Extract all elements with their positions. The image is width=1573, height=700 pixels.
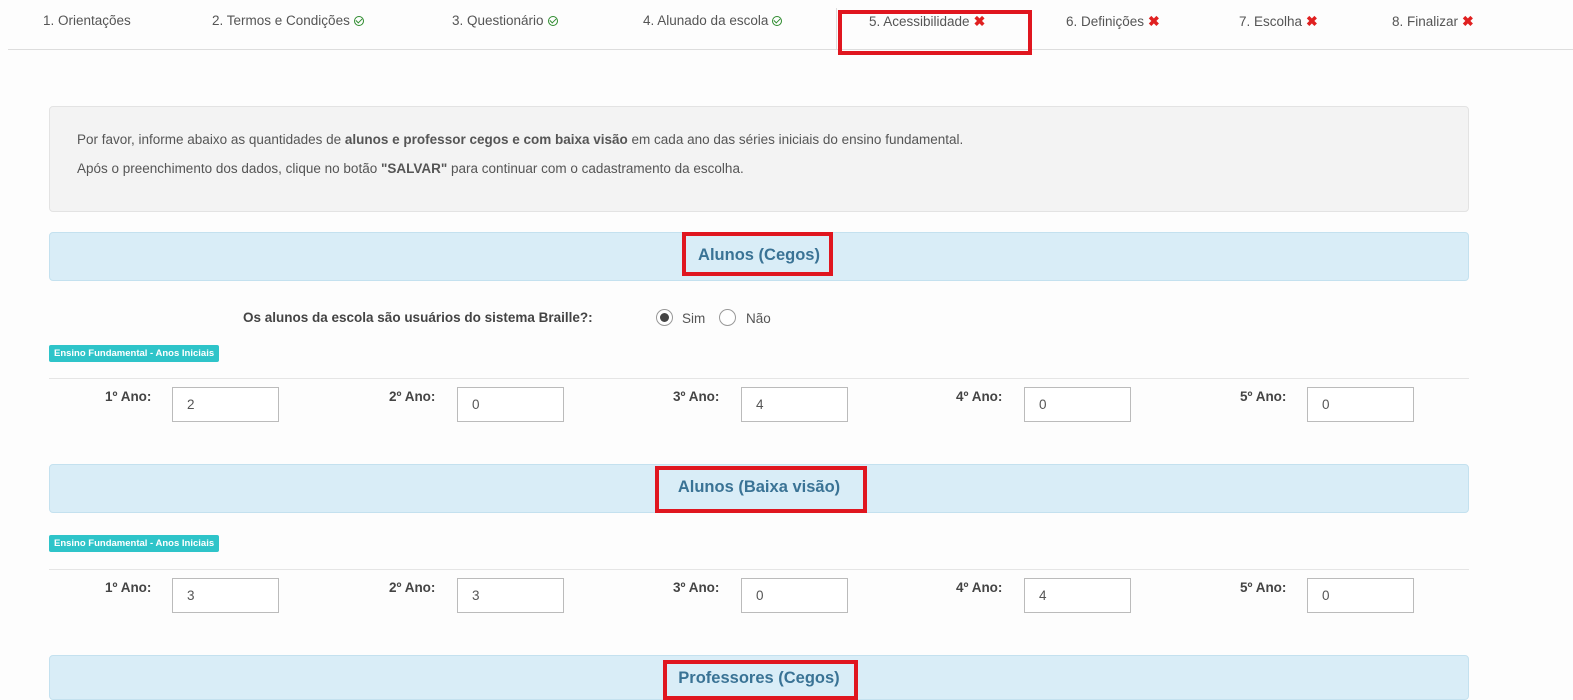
close-icon: ✖: [1306, 13, 1318, 29]
divider: [49, 378, 1469, 379]
tab-acessibilidade[interactable]: 5. Acessibilidade ✖: [869, 10, 985, 40]
braille-question: Os alunos da escola são usuários do sist…: [243, 310, 593, 325]
tab-questionario[interactable]: 3. Questionário: [452, 10, 558, 40]
tab-termos-condicoes[interactable]: 2. Termos e Condições: [212, 10, 364, 40]
field-label-1-ano: 1º Ano:: [105, 580, 152, 595]
level-badge: Ensino Fundamental - Anos Iniciais: [49, 535, 220, 552]
section-header-alunos-baixa-visao: Alunos (Baixa visão): [49, 464, 1469, 513]
info-line-2: Após o preenchimento dos dados, clique n…: [77, 161, 744, 176]
field-label-5-ano: 5º Ano:: [1240, 389, 1287, 404]
cegos-5-ano-input[interactable]: [1307, 387, 1414, 422]
tab-finalizar[interactable]: 8. Finalizar ✖: [1392, 10, 1474, 40]
field-label-4-ano: 4º Ano:: [956, 580, 1003, 595]
section-header-alunos-cegos: Alunos (Cegos): [49, 232, 1469, 281]
check-circle-icon: [772, 16, 783, 26]
field-label-1-ano: 1º Ano:: [105, 389, 152, 404]
baixa-visao-5-ano-input[interactable]: [1307, 578, 1414, 613]
info-line-1: Por favor, informe abaixo as quantidades…: [77, 132, 964, 147]
section-title: Alunos (Cegos): [698, 246, 820, 264]
cegos-3-ano-input[interactable]: [741, 387, 848, 422]
cegos-2-ano-input[interactable]: [457, 387, 564, 422]
field-label-2-ano: 2º Ano:: [389, 389, 436, 404]
check-circle-icon: [547, 16, 558, 26]
field-label-5-ano: 5º Ano:: [1240, 580, 1287, 595]
cegos-4-ano-input[interactable]: [1024, 387, 1131, 422]
check-circle-icon: [353, 16, 364, 26]
radio-nao-label[interactable]: Não: [746, 311, 771, 326]
tab-alunado-escola[interactable]: 4. Alunado da escola: [643, 10, 783, 40]
info-box: Por favor, informe abaixo as quantidades…: [49, 106, 1469, 212]
field-label-4-ano: 4º Ano:: [956, 389, 1003, 404]
radio-nao[interactable]: [719, 309, 736, 326]
section-header-professores-cegos: Professores (Cegos): [49, 655, 1469, 700]
close-icon: ✖: [1462, 13, 1474, 29]
divider: [49, 569, 1469, 570]
radio-sim[interactable]: [656, 309, 673, 326]
section-title: Alunos (Baixa visão): [677, 478, 841, 496]
baixa-visao-1-ano-input[interactable]: [172, 578, 279, 613]
field-label-2-ano: 2º Ano:: [389, 580, 436, 595]
baixa-visao-2-ano-input[interactable]: [457, 578, 564, 613]
level-badge: Ensino Fundamental - Anos Iniciais: [49, 345, 220, 362]
baixa-visao-3-ano-input[interactable]: [741, 578, 848, 613]
tab-definicoes[interactable]: 6. Definições ✖: [1066, 10, 1160, 40]
field-label-3-ano: 3º Ano:: [673, 389, 720, 404]
radio-sim-label[interactable]: Sim: [682, 311, 705, 326]
field-label-3-ano: 3º Ano:: [673, 580, 720, 595]
wizard-tabs: 1. Orientações 2. Termos e Condições 3. …: [8, 0, 1573, 50]
tab-escolha[interactable]: 7. Escolha ✖: [1239, 10, 1318, 40]
tab-orientacoes[interactable]: 1. Orientações: [43, 10, 131, 40]
baixa-visao-4-ano-input[interactable]: [1024, 578, 1131, 613]
cegos-1-ano-input[interactable]: [172, 387, 279, 422]
close-icon: ✖: [973, 13, 986, 29]
active-tab-divider: [836, 8, 837, 50]
section-title: Professores (Cegos): [678, 669, 840, 687]
close-icon: ✖: [1148, 13, 1160, 29]
